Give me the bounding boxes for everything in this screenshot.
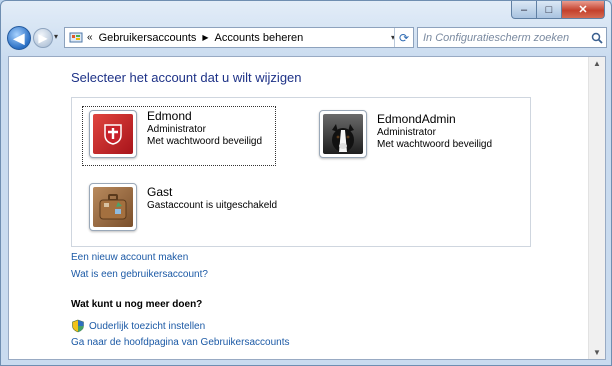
caption-buttons: – □ ✕ (511, 1, 605, 20)
page-title: Selecteer het account dat u wilt wijzige… (71, 70, 302, 85)
main-page-link[interactable]: Ga naar de hoofdpagina van Gebruikersacc… (71, 337, 289, 348)
account-gast-text: Gast Gastaccount is uitgeschakeld (147, 183, 277, 212)
refresh-icon[interactable]: ⟳ (394, 28, 413, 47)
breadcrumb-accounts-beheren[interactable]: Accounts beheren (215, 32, 304, 44)
what-is-account-link[interactable]: Wat is een gebruikersaccount? (71, 269, 208, 280)
account-edmond[interactable]: Edmond Administrator Met wachtwoord beve… (82, 106, 276, 166)
account-name: Gast (147, 185, 173, 199)
parental-controls-link[interactable]: Ouderlijk toezicht instellen (71, 319, 205, 333)
account-edmond-text: Edmond Administrator Met wachtwoord beve… (147, 107, 262, 148)
forward-button[interactable]: ▶ (33, 28, 53, 48)
breadcrumb-gebruikersaccounts[interactable]: Gebruikersaccounts (99, 32, 197, 44)
flag-picture-icon (89, 110, 137, 158)
breadcrumb-separator[interactable]: ▶ (202, 33, 208, 42)
control-panel-window: – □ ✕ ◀ ▶ ▾ « Gebruikersaccounts ▶ Accou… (0, 0, 612, 366)
maximize-button[interactable]: □ (537, 1, 562, 19)
scroll-down-icon[interactable]: ▼ (593, 348, 601, 357)
account-status: Met wachtwoord beveiligd (147, 136, 263, 147)
back-button[interactable]: ◀ (7, 26, 31, 50)
more-actions-heading: Wat kunt u nog meer doen? (71, 299, 203, 310)
account-role: Administrator (377, 127, 436, 138)
dog-picture-icon (319, 110, 367, 158)
account-gast[interactable]: Gast Gastaccount is uitgeschakeld (89, 183, 289, 239)
navigation-bar: ◀ ▶ ▾ « Gebruikersaccounts ▶ Accounts be… (7, 26, 607, 50)
account-role: Administrator (147, 124, 206, 135)
account-name: EdmondAdmin (377, 112, 456, 126)
close-button[interactable]: ✕ (562, 1, 605, 19)
account-name: Edmond (147, 109, 192, 123)
account-edmondadmin[interactable]: EdmondAdmin Administrator Met wachtwoord… (319, 110, 519, 166)
search-input[interactable]: In Configuratiescherm zoeken (417, 27, 607, 48)
account-edmondadmin-text: EdmondAdmin Administrator Met wachtwoord… (377, 110, 492, 151)
search-icon[interactable] (588, 28, 606, 47)
account-status: Met wachtwoord beveiligd (377, 139, 493, 150)
scroll-up-icon[interactable]: ▲ (593, 59, 601, 68)
address-bar[interactable]: « Gebruikersaccounts ▶ Accounts beheren … (64, 27, 414, 48)
address-overflow-chevron[interactable]: « (87, 32, 93, 43)
minimize-button[interactable]: – (511, 1, 537, 19)
vertical-scrollbar[interactable]: ▲ ▼ (588, 57, 605, 359)
parental-controls-label[interactable]: Ouderlijk toezicht instellen (89, 321, 205, 332)
account-role: Gastaccount is uitgeschakeld (147, 200, 278, 211)
suitcase-picture-icon (89, 183, 137, 231)
content-pane: ▲ ▼ Selecteer het account dat u wilt wij… (8, 56, 606, 360)
recent-pages-dropdown[interactable]: ▾ (54, 32, 58, 41)
create-account-link[interactable]: Een nieuw account maken (71, 252, 188, 263)
uac-shield-icon (71, 319, 85, 333)
accounts-panel: Edmond Administrator Met wachtwoord beve… (71, 97, 531, 247)
control-panel-icon (68, 31, 84, 45)
search-placeholder: In Configuratiescherm zoeken (423, 31, 570, 44)
